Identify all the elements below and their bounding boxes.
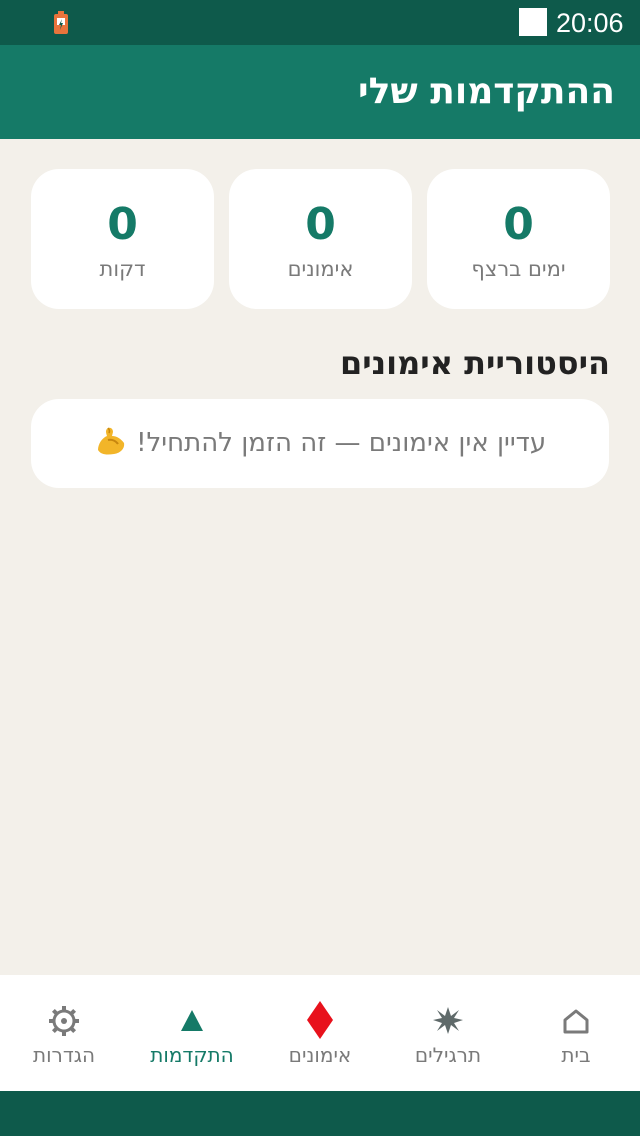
stat-label-streak: ימים ברצף: [471, 257, 566, 281]
status-time: 20:06: [556, 8, 624, 38]
nav-item-home[interactable]: בית: [512, 975, 640, 1091]
flexed-biceps-icon: [97, 426, 124, 455]
nav-item-exercises[interactable]: תרגילים: [384, 975, 512, 1091]
nav-item-settings[interactable]: הגדרות: [0, 975, 128, 1091]
star-burst-icon: [433, 1007, 463, 1034]
notification-icon: [519, 8, 547, 36]
history-empty-text: עדיין אין אימונים — זה הזמן להתחיל!: [136, 428, 547, 458]
history-section-title: היסטוריית אימונים: [339, 344, 610, 382]
stat-value-streak: 0: [503, 199, 534, 250]
gear-icon: [49, 1006, 79, 1036]
system-navigation-bar: [0, 1091, 640, 1136]
stat-card-minutes: 0 דקות: [31, 169, 214, 309]
status-bar: 20:06: [0, 0, 640, 45]
triangle-up-icon: [181, 1010, 203, 1031]
page-title: ההתקדמות שלי: [358, 71, 615, 112]
app-bar: ההתקדמות שלי: [0, 45, 640, 139]
bottom-navigation: בית תרגילים אימונים התקדמות הגדרות: [0, 975, 640, 1091]
history-empty-card: עדיין אין אימונים — זה הזמן להתחיל!: [31, 399, 609, 488]
stat-label-workouts: אימונים: [287, 257, 354, 281]
nav-item-progress[interactable]: התקדמות: [128, 975, 256, 1091]
nav-label-workouts: אימונים: [288, 1043, 352, 1067]
diamond-icon: [307, 1001, 333, 1039]
stat-value-minutes: 0: [107, 199, 138, 250]
home-icon: [563, 1009, 589, 1034]
stat-card-streak: 0 ימים ברצף: [427, 169, 610, 309]
nav-label-exercises: תרגילים: [414, 1043, 482, 1067]
stat-card-workouts: 0 אימונים: [229, 169, 412, 309]
nav-label-home: בית: [561, 1043, 591, 1067]
battery-charging-icon: [54, 11, 68, 34]
stat-label-minutes: דקות: [99, 257, 146, 281]
stat-value-workouts: 0: [305, 199, 336, 250]
nav-label-settings: הגדרות: [32, 1043, 96, 1067]
history-empty-message: עדיין אין אימונים — זה הזמן להתחיל!: [31, 399, 609, 488]
nav-item-workouts[interactable]: אימונים: [256, 975, 384, 1091]
nav-label-progress: התקדמות: [150, 1043, 234, 1067]
